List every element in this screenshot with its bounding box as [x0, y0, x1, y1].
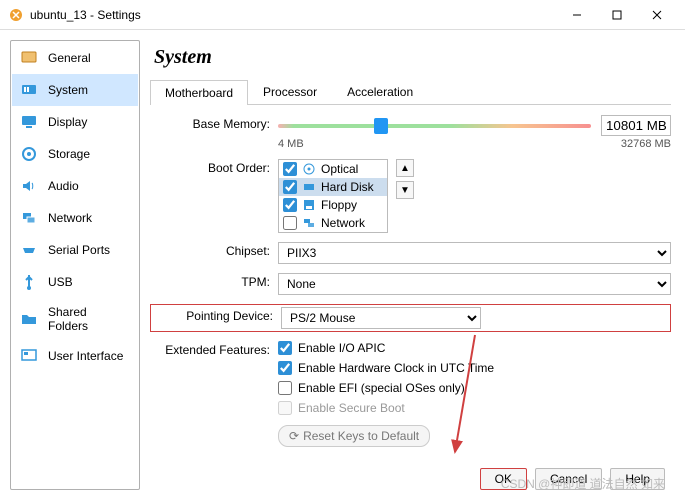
sidebar-item-label: Network	[48, 211, 92, 225]
watermark: CSDN @神即道 道法自然 如来	[501, 475, 665, 492]
memory-value-input[interactable]	[601, 115, 671, 136]
sidebar-item-label: System	[48, 83, 88, 97]
boot-item-label: Floppy	[321, 198, 357, 212]
memory-min-label: 4 MB	[278, 138, 304, 150]
boot-item-optical[interactable]: Optical	[279, 160, 387, 178]
reset-icon: ⟳	[289, 429, 299, 443]
display-icon	[20, 113, 38, 131]
boot-item-label: Hard Disk	[321, 180, 374, 194]
usb-icon	[20, 273, 38, 291]
sidebar-item-shared-folders[interactable]: Shared Folders	[12, 298, 138, 340]
network-icon	[20, 209, 38, 227]
sidebar-item-general[interactable]: General	[12, 42, 138, 74]
sidebar-item-user-interface[interactable]: User Interface	[12, 340, 138, 372]
sidebar-item-label: Display	[48, 115, 87, 129]
close-button[interactable]	[637, 1, 677, 29]
floppy-icon	[302, 198, 316, 212]
sidebar-item-display[interactable]: Display	[12, 106, 138, 138]
window-title: ubuntu_13 - Settings	[30, 8, 557, 22]
ui-icon	[20, 347, 38, 365]
boot-item-floppy[interactable]: Floppy	[279, 196, 387, 214]
optical-icon	[302, 162, 316, 176]
titlebar: ubuntu_13 - Settings	[0, 0, 685, 30]
sidebar-item-label: General	[48, 51, 91, 65]
tpm-select[interactable]: None	[278, 273, 671, 295]
settings-sidebar: General System Display Storage Audio Net…	[10, 40, 140, 490]
feat-secure-boot: Enable Secure Boot	[278, 401, 671, 415]
boot-item-label: Optical	[321, 162, 358, 176]
sidebar-item-serial-ports[interactable]: Serial Ports	[12, 234, 138, 266]
memory-max-label: 32768 MB	[621, 138, 671, 150]
sidebar-item-label: User Interface	[48, 349, 123, 363]
boot-item-network[interactable]: Network	[279, 214, 387, 232]
tab-processor[interactable]: Processor	[248, 79, 332, 104]
chipset-select[interactable]: PIIX3	[278, 242, 671, 264]
tab-bar: Motherboard Processor Acceleration	[150, 79, 671, 105]
feat-utc-clock[interactable]: Enable Hardware Clock in UTC Time	[278, 361, 671, 375]
boot-check-network[interactable]	[283, 216, 297, 230]
boot-check-optical[interactable]	[283, 162, 297, 176]
system-icon	[20, 81, 38, 99]
chipset-label: Chipset:	[150, 242, 278, 258]
tab-acceleration[interactable]: Acceleration	[332, 79, 428, 104]
boot-order-list[interactable]: Optical Hard Disk Floppy	[278, 159, 388, 233]
main-panel: System Motherboard Processor Acceleratio…	[150, 40, 675, 490]
boot-check-floppy[interactable]	[283, 198, 297, 212]
sidebar-item-network[interactable]: Network	[12, 202, 138, 234]
pointing-device-label: Pointing Device:	[153, 307, 281, 323]
sidebar-item-storage[interactable]: Storage	[12, 138, 138, 170]
harddisk-icon	[302, 180, 316, 194]
boot-item-harddisk[interactable]: Hard Disk	[279, 178, 387, 196]
serial-icon	[20, 241, 38, 259]
sidebar-item-label: Shared Folders	[48, 305, 130, 333]
bootnet-icon	[302, 216, 316, 230]
general-icon	[20, 49, 38, 67]
feat-efi[interactable]: Enable EFI (special OSes only)	[278, 381, 671, 395]
extended-features-label: Extended Features:	[150, 341, 278, 357]
sidebar-item-label: Serial Ports	[48, 243, 110, 257]
pointing-device-select[interactable]: PS/2 Mouse	[281, 307, 481, 329]
sidebar-item-label: Storage	[48, 147, 90, 161]
sidebar-item-system[interactable]: System	[12, 74, 138, 106]
page-title: System	[154, 46, 671, 69]
audio-icon	[20, 177, 38, 195]
maximize-button[interactable]	[597, 1, 637, 29]
feat-io-apic[interactable]: Enable I/O APIC	[278, 341, 671, 355]
storage-icon	[20, 145, 38, 163]
boot-move-down[interactable]: ▼	[396, 181, 414, 199]
boot-item-label: Network	[321, 216, 365, 230]
sidebar-item-label: Audio	[48, 179, 79, 193]
tab-motherboard[interactable]: Motherboard	[150, 80, 248, 105]
boot-order-label: Boot Order:	[150, 159, 278, 175]
minimize-button[interactable]	[557, 1, 597, 29]
memory-slider[interactable]	[278, 118, 591, 134]
boot-move-up[interactable]: ▲	[396, 159, 414, 177]
app-icon	[8, 7, 24, 23]
reset-keys-button: ⟳ Reset Keys to Default	[278, 425, 430, 447]
base-memory-label: Base Memory:	[150, 115, 278, 131]
sidebar-item-usb[interactable]: USB	[12, 266, 138, 298]
boot-check-harddisk[interactable]	[283, 180, 297, 194]
sidebar-item-audio[interactable]: Audio	[12, 170, 138, 202]
sidebar-item-label: USB	[48, 275, 73, 289]
folder-icon	[20, 310, 38, 328]
tpm-label: TPM:	[150, 273, 278, 289]
